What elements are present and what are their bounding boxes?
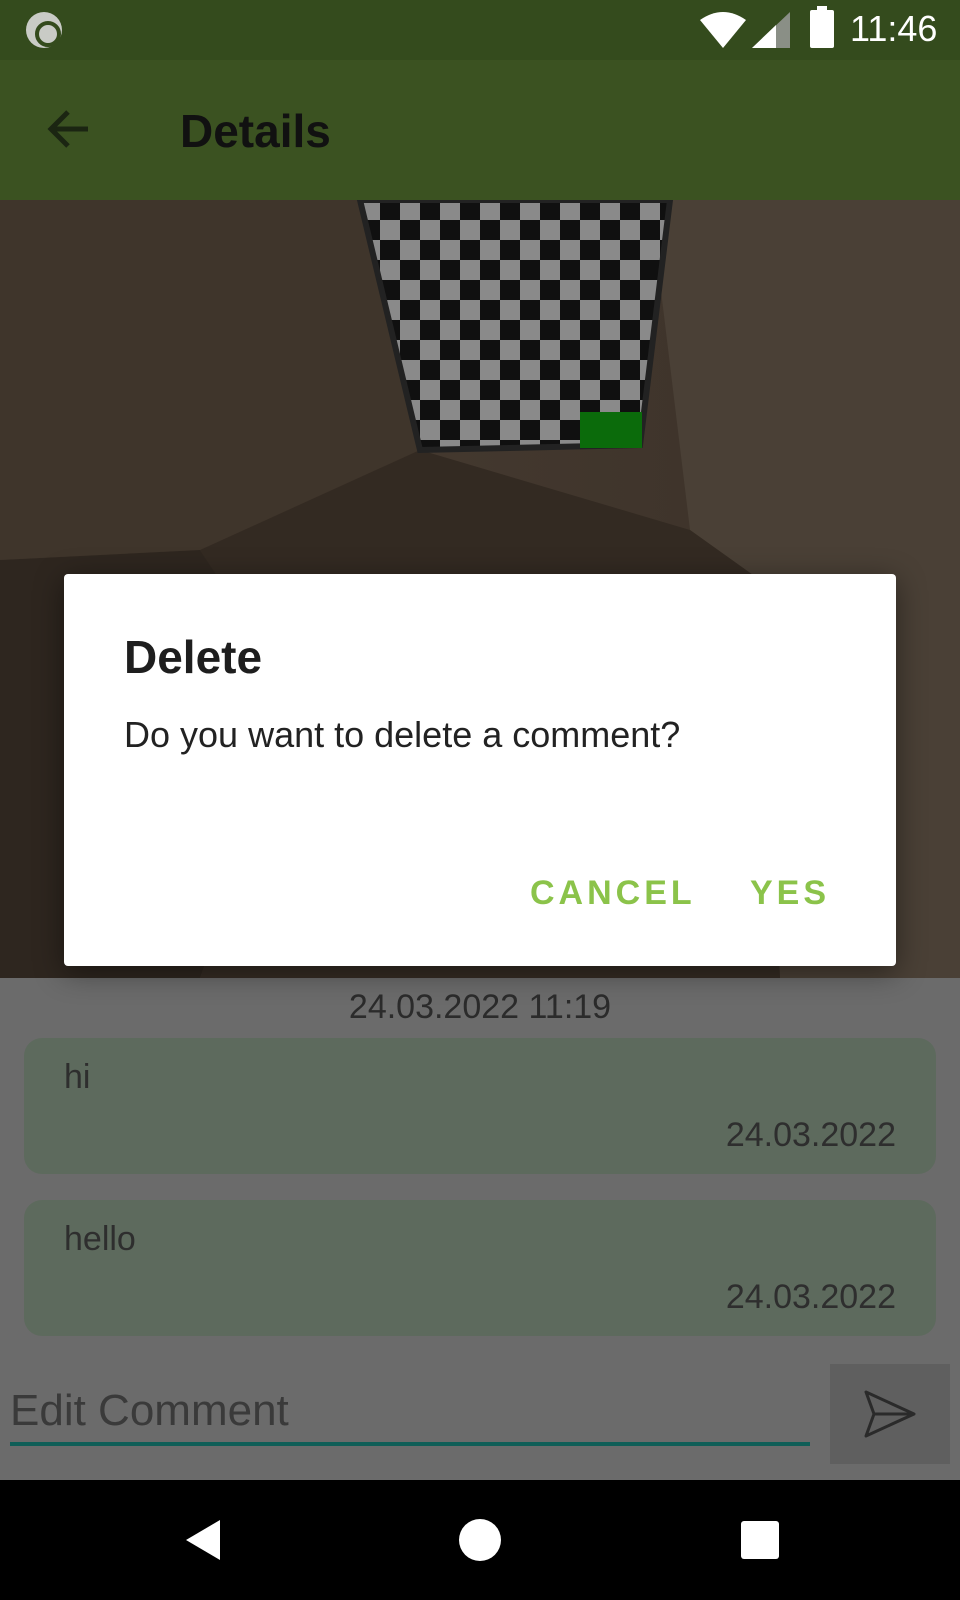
dialog-title: Delete — [124, 631, 263, 683]
comment-item[interactable]: hello 24.03.2022 — [24, 1200, 936, 1336]
status-bar: 11:46 — [0, 0, 960, 60]
input-underline — [10, 1442, 810, 1446]
yes-button[interactable]: YES — [750, 874, 830, 913]
comment-input-field — [10, 1380, 810, 1446]
page-title: Details — [180, 105, 331, 157]
wifi-icon — [700, 12, 746, 48]
comment-text: hi — [64, 1058, 91, 1096]
post-datetime: 24.03.2022 11:19 — [348, 988, 612, 1026]
comment-input[interactable] — [10, 1380, 810, 1442]
recents-square-icon[interactable] — [736, 1516, 784, 1564]
back-triangle-icon[interactable] — [180, 1516, 228, 1564]
arrow-left-icon[interactable] — [44, 104, 94, 154]
send-icon — [864, 1390, 916, 1438]
home-circle-icon[interactable] — [456, 1516, 504, 1564]
comment-item[interactable]: hi 24.03.2022 — [24, 1038, 936, 1174]
cancel-button[interactable]: CANCEL — [530, 874, 696, 913]
dialog-message: Do you want to delete a comment? — [124, 714, 681, 755]
comment-date: 24.03.2022 — [725, 1278, 896, 1316]
app-bar: Details — [0, 60, 960, 200]
comment-date: 24.03.2022 — [725, 1116, 896, 1154]
battery-icon — [810, 6, 834, 48]
app-notification-icon — [26, 12, 62, 48]
status-time: 11:46 — [850, 8, 938, 49]
cell-signal-icon — [752, 12, 790, 48]
delete-dialog: Delete Do you want to delete a comment? … — [64, 574, 896, 966]
comment-text: hello — [64, 1220, 136, 1258]
system-nav-bar — [0, 1480, 960, 1600]
send-button[interactable] — [830, 1364, 950, 1464]
